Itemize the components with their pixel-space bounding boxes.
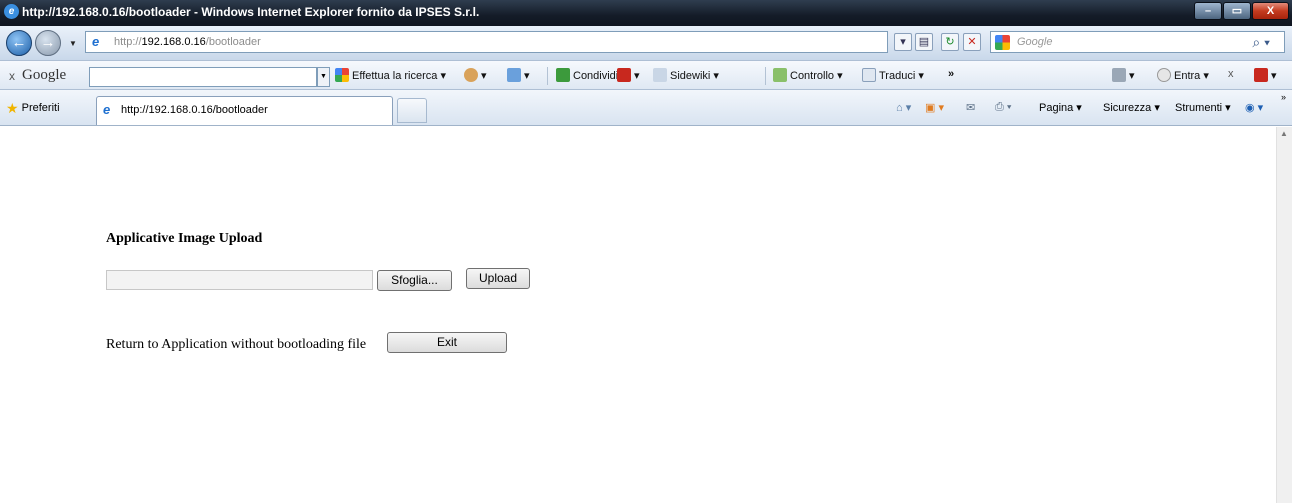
address-path: /bootloader	[205, 36, 261, 48]
search-web-button[interactable]: Effettua la ricerca ▾	[335, 68, 446, 82]
pdf-icon	[617, 68, 631, 82]
overflow-chevron-icon[interactable]: »	[1281, 92, 1286, 102]
translate-icon	[862, 68, 876, 82]
refresh-icon[interactable]: ↻	[941, 33, 959, 51]
title-bar: e http://192.168.0.16/bootloader - Windo…	[0, 0, 1292, 26]
maximize-button[interactable]: ▭	[1223, 2, 1251, 20]
home-icon[interactable]: ⌂ ▾	[896, 101, 911, 114]
google-search-icon	[335, 68, 349, 82]
print-icon[interactable]: ⎙ ▾	[995, 101, 1011, 114]
browse-button[interactable]: Sfoglia...	[377, 270, 452, 291]
return-label: Return to Application without bootloadin…	[106, 337, 367, 352]
google-toolbar-dropdown-icon[interactable]: ▼	[317, 67, 330, 87]
stop-icon[interactable]: ✕	[963, 33, 981, 51]
spellcheck-icon	[773, 68, 787, 82]
toolbar-separator	[765, 67, 766, 85]
scroll-up-icon[interactable]: ▲	[1280, 129, 1288, 138]
bookmarks-button[interactable]: ▾	[464, 68, 487, 82]
file-path-input[interactable]	[106, 270, 373, 290]
wrench-button[interactable]: ▾	[1112, 68, 1135, 82]
favorites-row: ★ Preferiti e http://192.168.0.16/bootlo…	[0, 90, 1292, 126]
google-toolbar: x Google ▼ Effettua la ricerca ▾ ▾ ▾ Con…	[0, 60, 1292, 90]
search-icon[interactable]: ⌕ ▾	[1252, 32, 1270, 52]
upload-button[interactable]: Upload	[466, 268, 530, 289]
tab-ie-icon: e	[103, 102, 111, 117]
google-toolbar-search-input[interactable]	[89, 67, 317, 87]
tools-menu[interactable]: Strumenti ▾	[1175, 101, 1231, 114]
exit-button[interactable]: Exit	[387, 332, 507, 353]
search-box[interactable]: Google ⌕ ▾	[990, 31, 1285, 53]
search-placeholder: Google	[1017, 36, 1053, 48]
page-heading: Applicative Image Upload	[106, 231, 263, 246]
user-circle-icon	[1157, 68, 1171, 82]
sidewiki-icon	[653, 68, 667, 82]
addon-icon	[1254, 68, 1268, 82]
compat-view-icon[interactable]: ▤	[915, 33, 933, 51]
tab-active[interactable]: e http://192.168.0.16/bootloader	[96, 96, 393, 125]
feeds-icon[interactable]: ▣ ▾	[925, 101, 944, 114]
forward-button[interactable]: →	[35, 30, 61, 56]
share-icon	[556, 68, 570, 82]
vertical-scrollbar[interactable]: ▲	[1276, 127, 1292, 503]
buttons-button[interactable]: ▾	[507, 68, 530, 82]
star-icon: ★	[6, 100, 19, 116]
favorites-button[interactable]: ★ Preferiti	[6, 100, 60, 117]
tab-title: http://192.168.0.16/bootloader	[121, 104, 268, 116]
google-toolbar-close-icon[interactable]: x	[9, 69, 15, 83]
address-row: ← → ▼ e http://192.168.0.16/bootloader ▾…	[0, 26, 1292, 60]
ie-logo-icon: e	[4, 4, 19, 19]
address-scheme: http://	[114, 36, 142, 48]
history-dropdown-icon[interactable]: ▼	[69, 39, 77, 48]
google-toolbar-logo: Google	[22, 67, 67, 83]
help-icon[interactable]: ◉ ▾	[1245, 101, 1263, 114]
close-window-button[interactable]: X	[1252, 2, 1289, 20]
sidewiki-button[interactable]: Sidewiki ▾	[653, 68, 719, 82]
address-host: 192.168.0.16	[141, 36, 206, 48]
mail-icon[interactable]: ✉	[966, 101, 975, 114]
safety-menu[interactable]: Sicurezza ▾	[1103, 101, 1160, 114]
page-menu[interactable]: Pagina ▾	[1039, 101, 1082, 114]
spellcheck-button[interactable]: Controllo ▾	[773, 68, 843, 82]
wrench-icon	[1112, 68, 1126, 82]
back-button[interactable]: ←	[6, 30, 32, 56]
page-ie-icon: e	[92, 34, 100, 49]
window-title: http://192.168.0.16/bootloader - Windows…	[22, 5, 480, 19]
minimize-button[interactable]: –	[1194, 2, 1222, 20]
bookmark-icon	[464, 68, 478, 82]
address-dropdown-icon[interactable]: ▾	[894, 33, 912, 51]
google-logo-icon	[995, 35, 1010, 50]
pdf-button[interactable]: ▾	[617, 68, 640, 82]
more-chevron-icon[interactable]: »	[948, 68, 954, 80]
sign-in-button[interactable]: Entra ▾	[1157, 68, 1209, 82]
translate-button[interactable]: Traduci ▾	[862, 68, 924, 82]
toolbar-close-icon[interactable]: x	[1228, 68, 1234, 80]
addon-button[interactable]: ▾	[1254, 68, 1277, 82]
page-content: Applicative Image Upload Sfoglia... Uplo…	[0, 127, 1276, 503]
toolbar-separator	[547, 67, 548, 85]
new-tab-button[interactable]	[397, 98, 427, 123]
plus-icon	[507, 68, 521, 82]
address-bar[interactable]: e http://192.168.0.16/bootloader	[85, 31, 888, 53]
